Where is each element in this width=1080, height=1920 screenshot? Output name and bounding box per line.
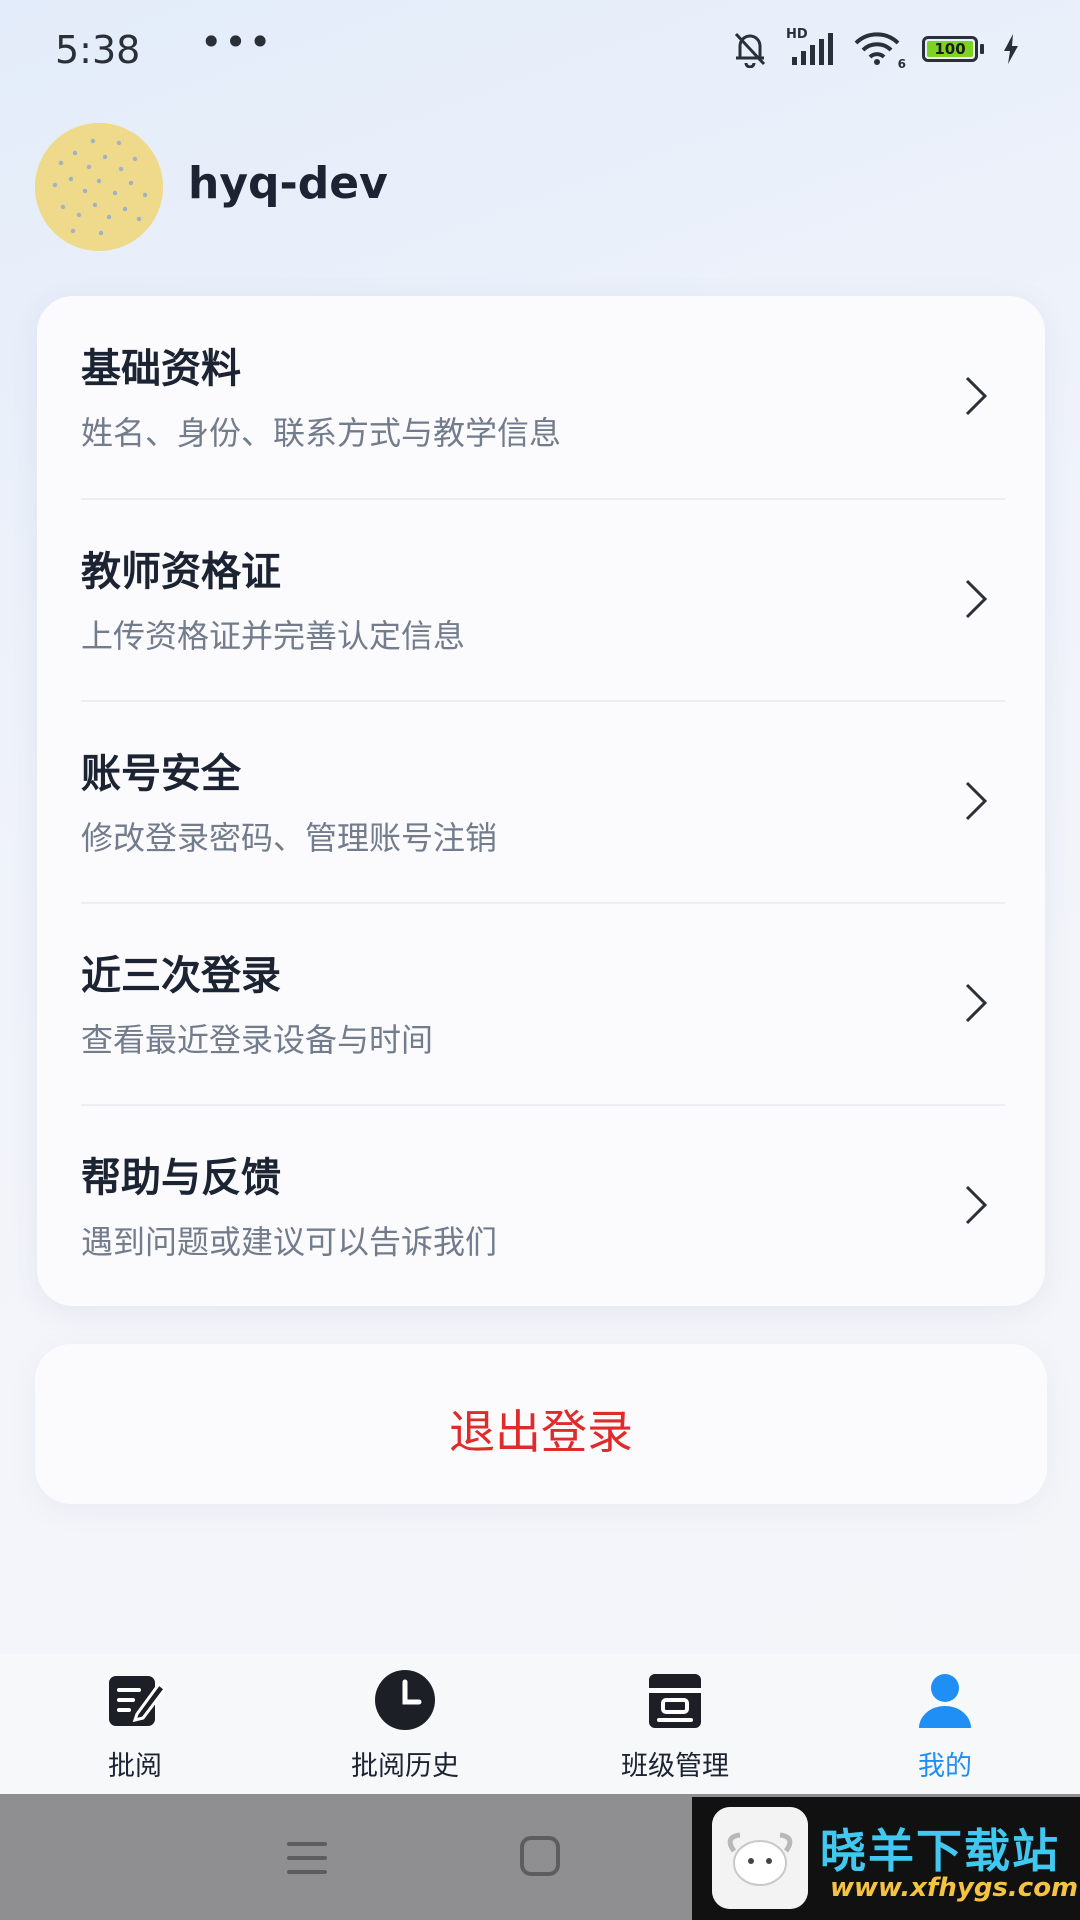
tab-review[interactable]: 批阅 xyxy=(0,1654,270,1794)
logout-label: 退出登录 xyxy=(449,1405,633,1459)
signal-icon: HD xyxy=(786,27,836,67)
menu-item-recent-logins[interactable]: 近三次登录 查看最近登录设备与时间 xyxy=(37,903,1045,1105)
menu-item-subtitle: 上传资格证并完善认定信息 xyxy=(81,617,466,655)
menu-item-basic-info[interactable]: 基础资料 姓名、身份、联系方式与教学信息 xyxy=(37,296,1045,498)
settings-menu-card: 基础资料 姓名、身份、联系方式与教学信息 教师资格证 上传资格证并完善认定信息 … xyxy=(37,296,1045,1306)
charging-icon xyxy=(1004,34,1018,64)
menu-item-title: 基础资料 xyxy=(81,346,241,392)
tab-review-history[interactable]: 批阅历史 xyxy=(270,1654,540,1794)
watermark: 晓羊下载站 www.xfhygs.com xyxy=(692,1797,1080,1920)
status-icons: HD 6 100 xyxy=(732,27,1020,71)
menu-item-title: 帮助与反馈 xyxy=(81,1155,281,1201)
wifi-icon: 6 xyxy=(854,31,906,71)
chevron-right-icon xyxy=(965,1185,988,1225)
avatar-pattern-icon xyxy=(35,123,163,251)
tab-label: 批阅历史 xyxy=(351,1751,459,1782)
chevron-right-icon xyxy=(965,781,988,821)
chevron-right-icon xyxy=(965,983,988,1023)
menu-item-subtitle: 查看最近登录设备与时间 xyxy=(81,1021,434,1059)
edit-doc-icon xyxy=(109,1676,167,1726)
menu-item-subtitle: 遇到问题或建议可以告诉我们 xyxy=(81,1223,498,1261)
menu-item-teacher-certificate[interactable]: 教师资格证 上传资格证并完善认定信息 xyxy=(37,499,1045,701)
logout-button[interactable]: 退出登录 xyxy=(35,1344,1047,1504)
avatar[interactable] xyxy=(35,123,163,251)
chevron-right-icon xyxy=(965,376,988,416)
status-time: 5:38 xyxy=(55,28,141,72)
tab-label: 我的 xyxy=(918,1751,972,1782)
username: hyq-dev xyxy=(188,158,388,209)
mute-bell-icon xyxy=(734,32,766,68)
chevron-right-icon xyxy=(965,579,988,619)
tab-class-management[interactable]: 班级管理 xyxy=(540,1654,810,1794)
tab-label: 批阅 xyxy=(108,1751,162,1782)
menu-item-help-feedback[interactable]: 帮助与反馈 遇到问题或建议可以告诉我们 xyxy=(37,1105,1045,1307)
menu-item-account-security[interactable]: 账号安全 修改登录密码、管理账号注销 xyxy=(37,701,1045,903)
menu-item-title: 账号安全 xyxy=(81,751,241,797)
bottom-tab-bar: 批阅 批阅历史 班级管理 我的 xyxy=(0,1654,1080,1794)
watermark-title: 晓羊下载站 xyxy=(820,1824,1060,1878)
battery-level: 100 xyxy=(927,41,973,57)
recent-apps-icon[interactable] xyxy=(285,1838,329,1878)
more-notifications-icon: ••• xyxy=(200,20,274,64)
home-icon[interactable] xyxy=(518,1834,562,1878)
menu-item-subtitle: 姓名、身份、联系方式与教学信息 xyxy=(81,414,562,452)
status-bar: 5:38 ••• HD 6 100 xyxy=(0,0,1080,100)
menu-item-title: 近三次登录 xyxy=(81,953,281,999)
user-icon xyxy=(919,1674,971,1728)
battery-icon: 100 xyxy=(922,36,984,62)
class-manage-icon xyxy=(649,1674,701,1728)
menu-item-title: 教师资格证 xyxy=(81,549,281,595)
tab-label: 班级管理 xyxy=(621,1751,729,1782)
tab-mine[interactable]: 我的 xyxy=(810,1654,1080,1794)
watermark-url: www.xfhygs.com xyxy=(830,1873,1079,1903)
menu-item-subtitle: 修改登录密码、管理账号注销 xyxy=(81,819,498,857)
wifi-badge: 6 xyxy=(897,57,906,71)
clock-icon xyxy=(375,1670,435,1730)
sheep-logo-icon xyxy=(712,1807,808,1909)
